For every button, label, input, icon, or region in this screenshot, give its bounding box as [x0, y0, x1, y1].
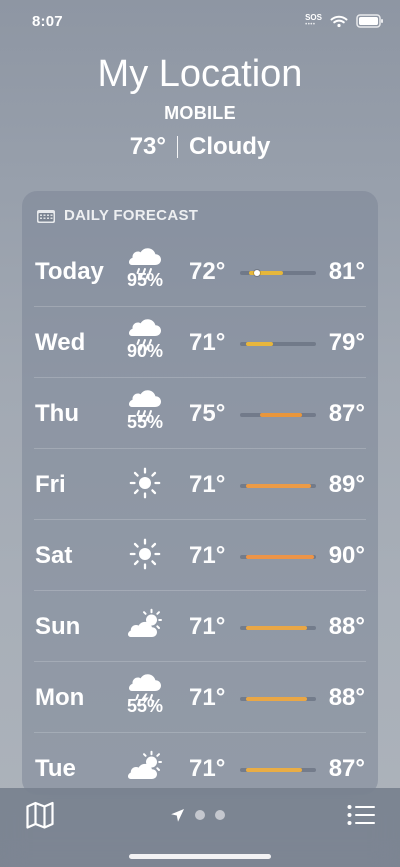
temperature-range-fill: [246, 484, 311, 488]
forecast-day: Thu: [35, 400, 79, 427]
page-dot[interactable]: [215, 810, 225, 820]
map-icon[interactable]: [25, 800, 55, 830]
forecast-day: Sun: [35, 613, 81, 640]
low-temperature: 71°: [189, 684, 226, 711]
forecast-day: Sat: [35, 542, 73, 569]
forecast-weather: [120, 519, 170, 590]
temperature-range-fill: [259, 413, 303, 417]
forecast-day: Today: [35, 258, 104, 285]
cellular-dots: ••••: [305, 22, 316, 28]
forecast-row[interactable]: Mon 55% 71° 88°: [22, 661, 378, 732]
forecast-weather: [120, 732, 170, 795]
temperature-range-bar: [240, 768, 316, 772]
low-temperature: 71°: [189, 329, 226, 356]
low-temperature: 75°: [189, 400, 226, 427]
temperature-range-bar: [240, 342, 316, 346]
status-time: 8:07: [32, 13, 63, 30]
current-temperature-marker: [253, 270, 260, 276]
precipitation-chance: 90%: [126, 341, 164, 361]
precipitation-chance: 95%: [126, 270, 164, 290]
location-subtitle: MOBILE: [164, 103, 236, 123]
current-weather-divider: [176, 136, 178, 158]
high-temperature: 79°: [328, 329, 365, 356]
forecast-weather: [120, 448, 170, 519]
page-indicators[interactable]: [170, 805, 225, 825]
forecast-list: Today 95% 72° 81° Wed 90% 71° 79° Thu 55…: [22, 235, 378, 795]
forecast-weather: 90%: [120, 306, 170, 377]
forecast-row[interactable]: Sat 71° 90°: [22, 519, 378, 590]
sos-label: SOS: [305, 13, 322, 22]
status-icons: SOS ••••: [305, 14, 384, 28]
forecast-weather: 95%: [120, 235, 170, 306]
sun-icon: [129, 467, 161, 499]
high-temperature: 87°: [328, 400, 365, 427]
temperature-range-fill: [246, 768, 303, 772]
partly-sunny-icon: [128, 608, 162, 637]
weather-header: My Location MOBILE 73° Cloudy: [0, 52, 400, 161]
forecast-weather: 55%: [120, 377, 170, 448]
forecast-weather: 55%: [120, 661, 170, 732]
low-temperature: 71°: [189, 613, 226, 640]
forecast-row[interactable]: Today 95% 72° 81°: [22, 235, 378, 306]
page-dot[interactable]: [195, 810, 205, 820]
daily-forecast-header: DAILY FORECAST: [36, 207, 198, 224]
precipitation-chance: 55%: [126, 412, 164, 432]
sos-indicator: SOS ••••: [305, 13, 322, 29]
temperature-range-bar: [240, 555, 316, 559]
forecast-row[interactable]: Sun 71° 88°: [22, 590, 378, 661]
forecast-row[interactable]: Thu 55% 75° 87°: [22, 377, 378, 448]
location-arrow-icon[interactable]: [170, 808, 185, 823]
status-bar: 8:07 SOS ••••: [0, 0, 400, 44]
temperature-range-bar: [240, 697, 316, 701]
wifi-icon: [330, 15, 348, 27]
list-icon[interactable]: [346, 800, 376, 830]
temperature-range-fill: [246, 697, 307, 701]
temperature-range-bar: [240, 270, 316, 276]
precipitation-chance: 55%: [126, 696, 164, 716]
daily-forecast-card[interactable]: DAILY FORECAST Today 95% 72° 81° Wed 90%…: [22, 191, 378, 795]
home-indicator[interactable]: [129, 854, 271, 859]
temperature-range-fill: [246, 342, 274, 346]
low-temperature: 71°: [189, 755, 226, 782]
current-condition: Cloudy: [188, 133, 271, 160]
current-weather: 73° Cloudy: [0, 133, 400, 161]
high-temperature: 90°: [328, 542, 365, 569]
sun-icon: [129, 538, 161, 570]
high-temperature: 81°: [328, 258, 365, 285]
daily-forecast-title: DAILY FORECAST: [64, 207, 199, 224]
temperature-range-bar: [240, 413, 316, 417]
forecast-row[interactable]: Fri 71° 89°: [22, 448, 378, 519]
high-temperature: 88°: [328, 684, 365, 711]
high-temperature: 88°: [328, 613, 365, 640]
temperature-range-fill: [246, 555, 315, 559]
temperature-range-bar: [240, 626, 316, 630]
bottom-toolbar: [0, 788, 400, 867]
low-temperature: 72°: [189, 258, 226, 285]
temperature-range-fill: [246, 626, 307, 630]
forecast-weather: [120, 590, 170, 661]
high-temperature: 87°: [328, 755, 365, 782]
forecast-day: Tue: [35, 755, 76, 782]
partly-sunny-icon: [128, 750, 162, 779]
battery-icon: [356, 14, 383, 28]
forecast-day: Mon: [35, 684, 85, 711]
high-temperature: 89°: [328, 471, 365, 498]
calendar-icon: [37, 209, 55, 223]
forecast-day: Fri: [35, 471, 66, 498]
forecast-day: Wed: [35, 329, 86, 356]
current-temperature: 73°: [129, 133, 166, 160]
low-temperature: 71°: [189, 542, 226, 569]
location-name: My Location: [97, 53, 303, 95]
low-temperature: 71°: [189, 471, 226, 498]
forecast-row[interactable]: Wed 90% 71° 79°: [22, 306, 378, 377]
temperature-range-bar: [240, 484, 316, 488]
forecast-row[interactable]: Tue 71° 87°: [22, 732, 378, 795]
